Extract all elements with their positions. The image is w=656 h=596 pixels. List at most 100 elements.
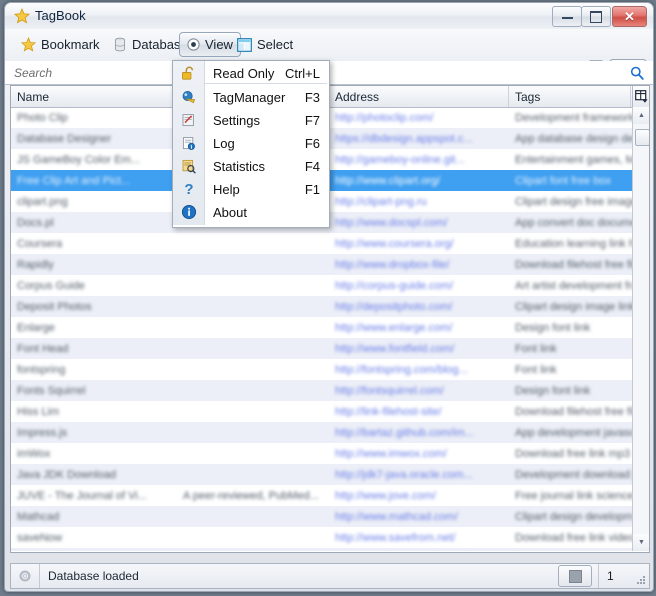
cell-name: Photo Clip — [17, 111, 68, 124]
menu-shortcut-log: F6 — [304, 135, 320, 151]
menu-item-log[interactable]: Log F6 — [173, 132, 329, 154]
cell-address: http://jdk7-java.oracle.com... — [335, 468, 473, 481]
table-row[interactable]: Impress.js http://bartaz.github.com/im...… — [11, 422, 632, 443]
table-row[interactable]: Corpus Guide http://corpus-guide.com/Art … — [11, 275, 632, 296]
table-row[interactable]: JUVE - The Journal of Vi... A peer-review… — [11, 485, 632, 506]
settings-icon — [173, 113, 204, 128]
menu-label-help: Help — [213, 181, 240, 197]
column-header-address[interactable]: Address — [329, 86, 509, 107]
application-window: TagBook ✕ Bookmark Database View Select … — [4, 2, 654, 592]
cell-name: Coursera — [17, 237, 63, 250]
table-row[interactable]: Deposit Photos http://depositphoto.com/Cl… — [11, 296, 632, 317]
gear-icon — [11, 569, 39, 583]
table-row[interactable]: saveNow http://www.savefrom.net/Download … — [11, 527, 632, 548]
table-row[interactable]: imWox http://www.imwox.com/Download free … — [11, 443, 632, 464]
unlock-padlock-icon — [173, 66, 204, 81]
cell-tags: Download filehost free fil... — [515, 258, 632, 271]
cell-address: http://gameboy-online.git... — [335, 153, 465, 166]
resize-grip[interactable] — [636, 576, 646, 586]
table-row[interactable]: bookmarks.com http://www.bookmarks.com/Bo… — [11, 548, 632, 551]
cell-address: http://corpus-guide.com/ — [335, 279, 454, 292]
cell-address: http://www.coursera.org/ — [335, 237, 454, 250]
cell-name: Rapidly — [17, 258, 54, 271]
cell-name: JUVE - The Journal of Vi... — [17, 489, 147, 502]
view-dropdown-menu[interactable]: Read Only Ctrl+L TagManager F3 Settings … — [172, 60, 330, 228]
table-row[interactable]: Enlarge http://www.enlarge.com/Design fon… — [11, 317, 632, 338]
star-icon — [21, 37, 36, 52]
cell-address: http://www.dropbox-file/ — [335, 258, 450, 271]
cell-address: http://bartaz.github.com/im... — [335, 426, 474, 439]
cell-name: saveNow — [17, 531, 63, 544]
scroll-up-icon[interactable]: ▲ — [633, 107, 649, 124]
table-row[interactable]: fontspring http://fontspring.com/blog... F… — [11, 359, 632, 380]
select-window-icon — [237, 37, 252, 52]
table-row[interactable]: Coursera http://www.coursera.org/Educatio… — [11, 233, 632, 254]
cell-description — [177, 527, 329, 548]
minimize-button[interactable] — [552, 6, 582, 27]
cell-description — [177, 275, 329, 296]
scroll-down-icon[interactable]: ▼ — [633, 534, 649, 551]
cell-name: fontspring — [17, 363, 66, 376]
toolbar-button-select[interactable]: Select — [229, 32, 301, 57]
table-row[interactable]: Hiss Lim http://link-filehost-site/Downlo… — [11, 401, 632, 422]
cell-tags: Clipart design developm... — [515, 510, 632, 523]
cell-address: http://www.bookmarks.com/ — [329, 548, 509, 551]
cell-description — [177, 506, 329, 527]
magnifier-icon[interactable] — [630, 66, 644, 80]
cell-name: Impress.js — [17, 426, 68, 439]
column-chooser-button[interactable] — [632, 86, 649, 107]
cell-description — [177, 296, 329, 317]
cell-tags: Font link — [515, 342, 557, 355]
cell-description — [177, 317, 329, 338]
title-bar: TagBook ✕ — [5, 3, 653, 30]
cell-tags: Clipart design image link ... — [515, 300, 632, 313]
cell-name: Font Head — [17, 342, 69, 355]
menu-item-about[interactable]: About — [173, 201, 329, 223]
menu-item-settings[interactable]: Settings F7 — [173, 109, 329, 131]
cell-description: A peer-reviewed, PubMed... — [183, 489, 319, 502]
log-icon — [173, 136, 204, 151]
maximize-button[interactable] — [581, 6, 611, 27]
toolbar-label-select: Select — [257, 37, 294, 52]
cell-name: Hiss Lim — [17, 405, 60, 418]
table-row[interactable]: Fonts Squirrel http://fontsquirrel.com/De… — [11, 380, 632, 401]
cell-tags: Development download j... — [515, 468, 632, 481]
cell-name: clipart.png — [17, 195, 68, 208]
table-row[interactable]: Mathcad http://www.mathcad.com/Clipart de… — [11, 506, 632, 527]
stop-button[interactable] — [558, 565, 592, 587]
menu-item-statistics[interactable]: Statistics F4 — [173, 155, 329, 177]
cell-address: http://depositphoto.com/ — [335, 300, 453, 313]
cell-description — [177, 380, 329, 401]
search-input[interactable] — [12, 64, 176, 81]
close-button[interactable]: ✕ — [612, 6, 647, 27]
menu-item-help[interactable]: ? Help F1 — [173, 178, 329, 200]
cell-description — [177, 233, 329, 254]
status-bar: Database loaded 1 — [10, 563, 650, 589]
search-field-wrapper[interactable] — [6, 62, 179, 83]
column-header-tags[interactable]: Tags — [509, 86, 631, 107]
help-question-icon: ? — [173, 181, 204, 197]
column-chooser-icon — [635, 90, 648, 103]
cell-address: http://www.savefrom.net/ — [335, 531, 456, 544]
cell-address: https://dbdesign.appspot.c... — [335, 132, 473, 145]
scrollbar-thumb[interactable] — [635, 129, 649, 146]
table-row[interactable]: Font Head http://www.fontfield.com/Font l… — [11, 338, 632, 359]
cell-tags: Clipart design free image... — [515, 195, 632, 208]
cell-tags: Download free link mp3 — [515, 447, 630, 460]
toolbar-button-bookmark[interactable]: Bookmark — [13, 32, 108, 57]
menu-item-tagmanager[interactable]: TagManager F3 — [173, 86, 329, 108]
cell-address: http://fontspring.com/blog... — [335, 363, 468, 376]
cell-name: Fonts Squirrel — [17, 384, 86, 397]
vertical-scrollbar[interactable]: ▲ ▼ — [632, 107, 649, 551]
menu-item-read-only[interactable]: Read Only Ctrl+L — [173, 62, 329, 84]
table-row[interactable]: Rapidly http://www.dropbox-file/Download … — [11, 254, 632, 275]
cell-tags: App database design dev... — [515, 132, 632, 145]
cell-address: http://link-filehost-site/ — [335, 405, 442, 418]
column-header-name[interactable]: Name — [11, 86, 177, 107]
cell-name: Mathcad — [17, 510, 60, 523]
cell-tags: Entertainment games, M... — [515, 153, 632, 166]
table-row[interactable]: Java JDK Download http://jdk7-java.oracle… — [11, 464, 632, 485]
menu-shortcut-settings: F7 — [304, 112, 320, 128]
cell-name: Database Designer — [17, 132, 112, 145]
menu-shortcut-help: F1 — [304, 181, 320, 197]
